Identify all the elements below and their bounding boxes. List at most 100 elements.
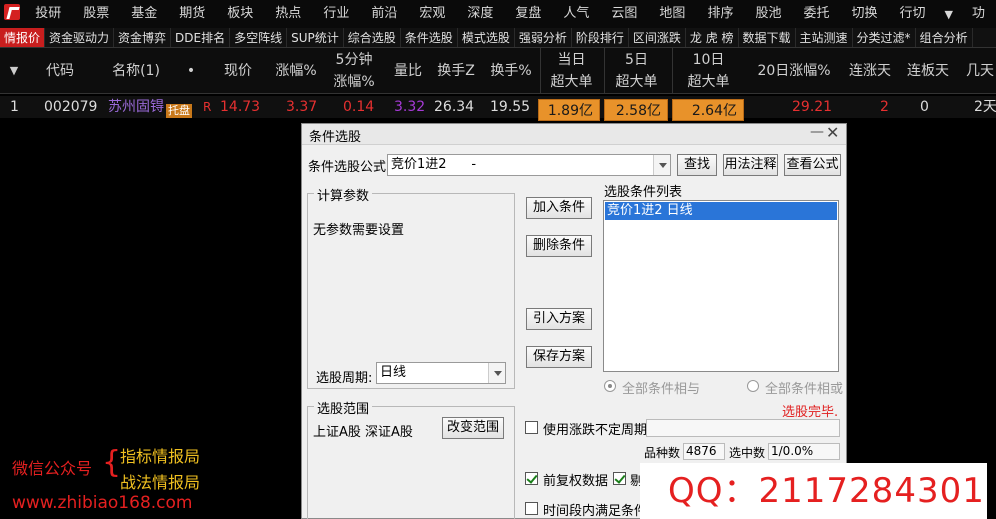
formula-dropdown-icon[interactable] — [653, 155, 670, 175]
col-rise-days[interactable]: 连涨天 — [842, 48, 898, 94]
app-logo-icon[interactable] — [0, 0, 24, 28]
period-dropdown-icon[interactable] — [488, 363, 505, 383]
col-change-5min[interactable]: 5分钟 涨幅% — [326, 48, 382, 94]
condition-list-item[interactable]: 竞价1进2 日线 — [605, 202, 837, 220]
tab-portfolio[interactable]: 组合分析 — [916, 28, 973, 47]
tab-longshort[interactable]: 多空阵线 — [230, 28, 288, 47]
dialog-title: 条件选股 — [309, 130, 362, 145]
adjust-data-label: 前复权数据 — [543, 474, 609, 489]
tab-composite[interactable]: 综合选股 — [344, 28, 401, 47]
radio-and[interactable] — [604, 380, 616, 392]
menu-item-hotspots[interactable]: 热点 — [264, 0, 312, 28]
tab-pattern[interactable]: 模式选股 — [458, 28, 515, 47]
col-turnover[interactable]: 换手% — [484, 48, 538, 94]
row-name[interactable]: 苏州固锝 — [108, 96, 164, 118]
dialog-titlebar[interactable]: 条件选股 — ✕ — [302, 123, 846, 145]
menu-item-stocks[interactable]: 股票 — [72, 0, 120, 28]
col-code[interactable]: 代码 — [30, 48, 90, 94]
col-limit-days[interactable]: 连板天 — [900, 48, 956, 94]
tab-speed-test[interactable]: 主站测速 — [796, 28, 853, 47]
table-row[interactable]: 1 002079 苏州固锝 托盘 R 14.73 3.37 0.14 3.32 … — [0, 96, 996, 121]
col-price[interactable]: 现价 — [212, 48, 264, 94]
col-volratio[interactable]: 量比 — [386, 48, 430, 94]
wechat-account-1: 指标情报局 — [120, 447, 201, 466]
row-index: 1 — [10, 99, 19, 115]
range-group-caption: 选股范围 — [314, 398, 373, 417]
brace-glyph: { — [102, 445, 122, 480]
condition-list-label: 选股条件列表 — [604, 185, 683, 200]
col-change[interactable]: 涨幅% — [268, 48, 324, 94]
tab-category-filter[interactable]: 分类过滤* — [853, 28, 916, 47]
find-button[interactable]: 查找 — [677, 154, 717, 176]
close-icon[interactable]: ✕ — [826, 123, 839, 142]
sort-dropdown-icon[interactable]: ▼ — [0, 48, 28, 94]
row-today-large: 1.89亿 — [538, 99, 600, 121]
condition-list[interactable]: 竞价1进2 日线 — [603, 200, 839, 372]
row-days: 2天 — [974, 99, 996, 115]
menu-item-futures[interactable]: 期货 — [168, 0, 216, 28]
menu-item-industry[interactable]: 行业 — [312, 0, 360, 28]
period-condition-checkbox[interactable] — [525, 502, 538, 515]
radio-or[interactable] — [747, 380, 759, 392]
tab-quote[interactable]: 情报价 — [0, 28, 46, 47]
count-label: 品种数 — [644, 446, 681, 460]
tab-range-change[interactable]: 区间涨跌 — [629, 28, 686, 47]
tab-strength[interactable]: 强弱分析 — [515, 28, 572, 47]
website-url: www.zhibiao168.com — [12, 493, 193, 513]
menu-item-cloudmap[interactable]: 云图 — [600, 0, 648, 28]
tab-dragon-tiger[interactable]: 龙 虎 榜 — [686, 28, 739, 47]
save-plan-button[interactable]: 保存方案 — [526, 346, 592, 368]
menu-dropdown-icon[interactable]: ▼ — [937, 8, 961, 21]
menu-item-depth[interactable]: 深度 — [456, 0, 504, 28]
menu-item-popularity[interactable]: 人气 — [552, 0, 600, 28]
formula-select[interactable]: 竞价1进2 - — [387, 154, 671, 176]
adjust-data-checkbox[interactable] — [525, 472, 538, 485]
tab-fund-game[interactable]: 资金博弈 — [114, 28, 172, 47]
add-condition-button[interactable]: 加入条件 — [526, 197, 592, 219]
minimize-icon[interactable]: — — [810, 124, 824, 140]
menu-item-sort[interactable]: 排序 — [696, 0, 744, 28]
menu-item-frontier[interactable]: 前沿 — [360, 0, 408, 28]
unfixed-period-field[interactable] — [646, 419, 840, 437]
col-5d-large[interactable]: 5日 超大单 — [604, 48, 668, 94]
col-today-l2: 超大单 — [550, 74, 593, 90]
params-group-caption: 计算参数 — [314, 185, 373, 204]
menu-item-funds[interactable]: 基金 — [120, 0, 168, 28]
menu-item-switch[interactable]: 切换 — [840, 0, 888, 28]
change-range-button[interactable]: 改变范围 — [442, 417, 504, 439]
tab-fund-driver[interactable]: 资金驱动力 — [45, 28, 115, 47]
col-turnover-z[interactable]: 换手Z — [432, 48, 480, 94]
menu-item-research[interactable]: 投研 — [24, 0, 72, 28]
tab-stage-rank[interactable]: 阶段排行 — [572, 28, 629, 47]
unfixed-period-checkbox[interactable] — [525, 421, 538, 434]
selected-value: 1/0.0% — [768, 443, 840, 460]
menu-item-review[interactable]: 复盘 — [504, 0, 552, 28]
tab-sup-stats[interactable]: SUP统计 — [287, 28, 344, 47]
col-10d-large[interactable]: 10日 超大单 — [672, 48, 744, 94]
col-name[interactable]: 名称(1) — [100, 48, 172, 94]
menu-item-orders[interactable]: 委托 — [792, 0, 840, 28]
period-select[interactable]: 日线 — [376, 362, 506, 384]
row-limit-days: 0 — [920, 99, 929, 115]
view-formula-button[interactable]: 查看公式 — [784, 154, 841, 176]
menu-item-stockpool[interactable]: 股池 — [744, 0, 792, 28]
tab-dde-rank[interactable]: DDE排名 — [171, 28, 231, 47]
usage-notes-button[interactable]: 用法注释 — [723, 154, 778, 176]
menu-item-quotes[interactable]: 行切 — [889, 0, 937, 28]
import-plan-button[interactable]: 引入方案 — [526, 308, 592, 330]
col-days[interactable]: 几天 — [960, 48, 996, 94]
tab-condition[interactable]: 条件选股 — [401, 28, 458, 47]
menu-item-more[interactable]: 功 — [961, 0, 996, 28]
exclude-checkbox[interactable] — [613, 472, 626, 485]
menu-item-map[interactable]: 地图 — [648, 0, 696, 28]
row-volratio: 3.32 — [394, 99, 426, 115]
col-today-large[interactable]: 当日 超大单 — [540, 48, 602, 94]
menu-item-macro[interactable]: 宏观 — [408, 0, 456, 28]
wechat-label: 微信公众号 — [12, 459, 93, 478]
delete-condition-button[interactable]: 删除条件 — [526, 235, 592, 257]
row-change-5min: 0.14 — [343, 99, 375, 115]
menu-item-sectors[interactable]: 板块 — [216, 0, 264, 28]
tab-data-download[interactable]: 数据下载 — [739, 28, 796, 47]
col-20d-change[interactable]: 20日涨幅% — [752, 48, 836, 94]
params-note: 无参数需要设置 — [313, 223, 405, 238]
